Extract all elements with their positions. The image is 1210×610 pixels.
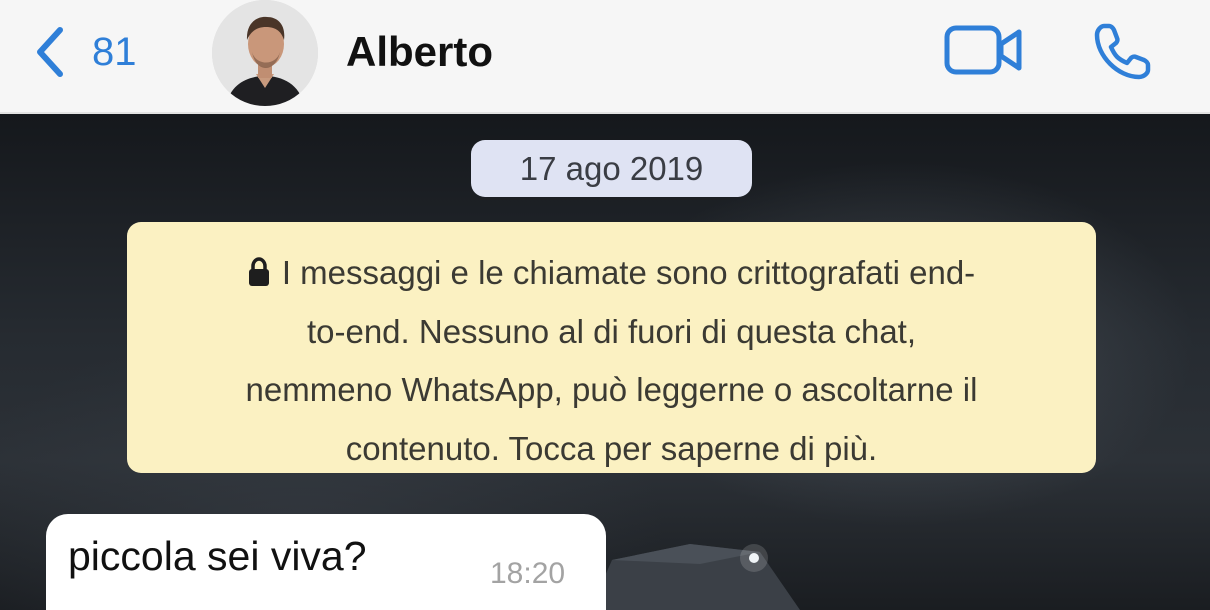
lock-icon [248, 257, 269, 286]
date-label: 17 ago 2019 [471, 140, 752, 197]
encryption-notice[interactable]: I messaggi e le chiamate sono crittograf… [127, 222, 1096, 473]
video-camera-icon [944, 25, 1022, 75]
message-timestamp: 18:20 [490, 557, 566, 590]
encryption-notice-line: I messaggi e le chiamate sono crittograf… [167, 244, 1056, 303]
incoming-message-bubble[interactable]: piccola sei viva? 18:20 [46, 514, 606, 610]
video-call-button[interactable] [944, 24, 1024, 78]
contact-photo [212, 0, 318, 106]
unread-count: 81 [92, 29, 137, 74]
encryption-notice-line: to-end. Nessuno al di fuori di questa ch… [306, 312, 917, 350]
phone-icon [1094, 23, 1151, 80]
avatar[interactable] [212, 0, 318, 106]
chevron-left-icon [37, 27, 63, 77]
contact-name[interactable]: Alberto [346, 24, 493, 80]
chat-header: 81 Alberto [0, 0, 1210, 114]
chat-area[interactable]: 17 ago 2019 I messaggi e le chiamate son… [0, 114, 1210, 610]
message-text: piccola sei viva? [68, 533, 367, 579]
encryption-notice-line: nemmeno WhatsApp, può leggerne o ascolta… [245, 371, 978, 408]
encryption-notice-line: contenuto. Tocca per saperne di più. [345, 429, 878, 467]
voice-call-button[interactable] [1092, 20, 1154, 82]
back-button[interactable]: 81 [30, 22, 137, 82]
encryption-notice-text: I messaggi e le chiamate sono crittograf… [281, 254, 976, 291]
